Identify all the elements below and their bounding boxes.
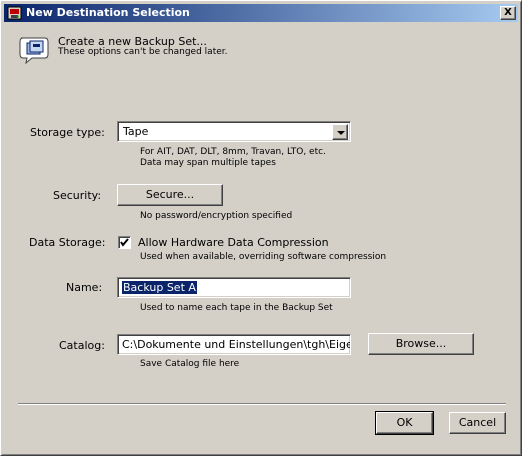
name-label: Name: <box>66 281 103 294</box>
compression-hint: Used when available, overriding software… <box>140 252 387 262</box>
secure-button[interactable]: Secure... <box>117 184 223 206</box>
chevron-down-icon[interactable] <box>332 124 348 140</box>
security-label: Security: <box>53 189 102 202</box>
close-icon: X <box>504 7 512 18</box>
window-title: New Destination Selection <box>26 6 190 19</box>
compression-checkbox-label[interactable]: Allow Hardware Data Compression <box>138 236 329 249</box>
storage-type-hint-1: For AIT, DAT, DLT, 8mm, Travan, LTO, etc… <box>140 147 326 157</box>
backup-app-icon <box>7 6 22 20</box>
dialog-window: New Destination Selection X Create a new… <box>0 0 522 456</box>
browse-button[interactable]: Browse... <box>368 333 474 355</box>
compression-checkbox[interactable] <box>118 236 131 249</box>
name-hint: Used to name each tape in the Backup Set <box>140 303 333 313</box>
cancel-button[interactable]: Cancel <box>449 412 506 434</box>
name-input-value: Backup Set A <box>122 281 197 294</box>
checkmark-icon <box>120 238 129 247</box>
backup-set-icon <box>19 37 49 65</box>
data-storage-label: Data Storage: <box>29 236 106 249</box>
footer-divider <box>18 403 506 405</box>
name-input[interactable]: Backup Set A <box>117 277 351 298</box>
security-hint: No password/encryption specified <box>140 211 293 221</box>
catalog-path-input[interactable]: C:\Dokumente und Einstellungen\tgh\Eigen… <box>117 334 351 355</box>
catalog-label: Catalog: <box>59 339 105 352</box>
close-button[interactable]: X <box>500 6 516 20</box>
title-bar[interactable]: New Destination Selection X <box>4 4 518 22</box>
ok-button[interactable]: OK <box>375 411 434 435</box>
catalog-path-value: C:\Dokumente und Einstellungen\tgh\Eigen… <box>122 338 350 351</box>
storage-type-hint-2: Data may span multiple tapes <box>140 158 276 168</box>
header-subtitle: These options can't be changed later. <box>58 47 228 57</box>
catalog-hint: Save Catalog file here <box>140 359 240 369</box>
storage-type-label: Storage type: <box>30 126 105 139</box>
storage-type-combobox[interactable]: Tape <box>117 121 351 142</box>
storage-type-value: Tape <box>123 125 149 138</box>
